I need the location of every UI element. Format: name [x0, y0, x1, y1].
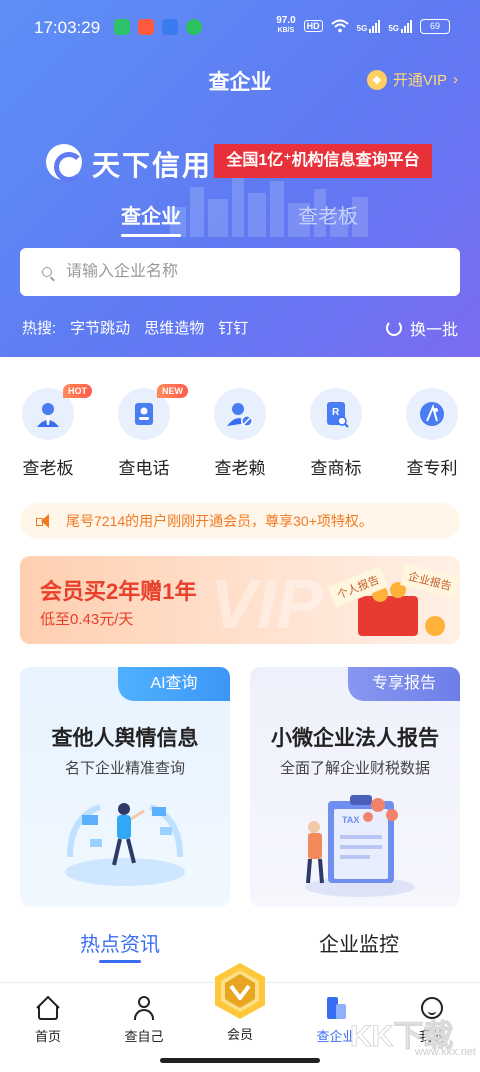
- person-icon: [131, 995, 157, 1021]
- tab-active-indicator: [121, 234, 181, 237]
- tabbar-item-home[interactable]: 首页: [13, 995, 83, 1045]
- chevron-right-icon: ›: [453, 71, 458, 88]
- promo-bg-text: VIP: [210, 565, 323, 643]
- signal-icon: 5G: [357, 19, 381, 33]
- refresh-icon: [385, 320, 402, 336]
- feature-label: 查老板: [22, 459, 74, 478]
- hot-search-item[interactable]: 字节跳动: [70, 317, 130, 338]
- hot-search-item[interactable]: 思维造物: [144, 317, 204, 338]
- home-indicator[interactable]: [160, 1058, 320, 1063]
- ai-query-illustration: [65, 803, 185, 886]
- hd-icon: HD: [303, 20, 323, 32]
- brand-logo-icon: [46, 144, 84, 182]
- promo-subtitle: 低至0.43元/天: [40, 611, 134, 628]
- defaulter-icon: [214, 388, 266, 440]
- member-badge-icon[interactable]: [213, 962, 267, 1020]
- hot-search-row: 热搜: 字节跳动 思维造物 钉钉: [22, 317, 248, 338]
- tab-hot-news[interactable]: 热点资讯: [80, 928, 160, 957]
- phone-book-icon: NEW: [118, 384, 188, 440]
- boss-icon: HOT: [22, 384, 92, 440]
- notice-text: 尾号7214的用户刚刚开通会员，尊享30+项特权。: [66, 513, 373, 529]
- feature-label: 查老赖: [214, 459, 266, 478]
- feature-defaulter[interactable]: 查老赖: [200, 388, 280, 479]
- refresh-button[interactable]: 换一批: [385, 316, 458, 340]
- building-icon: [323, 995, 349, 1021]
- open-vip-button[interactable]: ◆ 开通VIP ›: [366, 69, 458, 90]
- brand-name: 天下信用: [92, 150, 213, 181]
- vip-promo-banner[interactable]: VIP 会员买2年赠1年 低至0.43元/天 个人报告 企业报告: [20, 556, 460, 644]
- hot-search-label: 热搜:: [22, 320, 57, 337]
- tax-report-illustration: TAX: [305, 795, 415, 897]
- battery-icon: 69: [420, 18, 450, 34]
- ai-query-tag: AI查询: [118, 667, 230, 701]
- tab-company-monitor[interactable]: 企业监控: [319, 928, 399, 957]
- speed-value: 97.0: [276, 15, 296, 26]
- site-watermark-logo: KK下载: [350, 1020, 454, 1054]
- tax-label: TAX: [342, 815, 359, 825]
- net-type-label: 5G: [356, 24, 368, 33]
- status-time: 17:03:29: [34, 18, 101, 37]
- network-speed: 97.0 KB/S: [276, 16, 295, 36]
- tab-search-company[interactable]: 查企业: [121, 200, 181, 229]
- feature-label: 查电话: [118, 459, 170, 478]
- service-subtitle: 全面了解企业财税数据: [279, 760, 430, 777]
- net-type-label: 5G: [388, 24, 399, 33]
- speed-unit: KB/S: [277, 27, 295, 34]
- diamond-icon: ◆: [366, 69, 387, 90]
- feature-trademark[interactable]: R 查商标: [296, 388, 376, 479]
- refresh-label: 换一批: [409, 322, 458, 339]
- brand-slogan: 全国1亿⁺机构信息查询平台: [214, 144, 432, 178]
- coin-icon: [425, 616, 445, 636]
- app-notification-icon: [138, 19, 154, 35]
- feature-phone[interactable]: NEW 查电话: [104, 384, 188, 479]
- tabbar-item-self[interactable]: 查自己: [109, 995, 179, 1045]
- badge-hot: HOT: [63, 384, 92, 398]
- member-notice[interactable]: 尾号7214的用户刚刚开通会员，尊享30+项特权。: [20, 503, 460, 539]
- search-input[interactable]: [66, 263, 426, 281]
- feature-label: 查专利: [406, 459, 458, 478]
- promo-title: 会员买2年赠1年: [40, 579, 197, 604]
- app-notification-icon: [186, 19, 202, 35]
- badge-new: NEW: [157, 384, 188, 398]
- svg-text:R: R: [332, 407, 340, 418]
- service-title: 查他人舆情信息: [51, 727, 199, 750]
- service-card-report[interactable]: 专享报告 小微企业法人报告 全面了解企业财税数据 TAX: [250, 667, 460, 907]
- signal-icon: 5G: [388, 19, 412, 33]
- service-subtitle: 名下企业精准查询: [64, 760, 185, 777]
- gift-box-icon: [358, 596, 418, 636]
- tabbar-label[interactable]: 会员: [212, 1024, 268, 1043]
- open-vip-label: 开通VIP: [392, 72, 447, 89]
- tab-active-indicator: [99, 960, 141, 963]
- feature-label: 查商标: [310, 459, 362, 478]
- tabbar-label: 首页: [34, 1029, 61, 1044]
- speaker-icon: [36, 514, 52, 528]
- app-notification-icon: [114, 19, 130, 35]
- search-icon: [42, 267, 52, 277]
- status-right: 97.0 KB/S HD 5G 5G 69: [276, 16, 450, 36]
- service-card-sentiment[interactable]: AI查询 查他人舆情信息 名下企业精准查询: [20, 667, 230, 907]
- patent-icon: [406, 388, 458, 440]
- notification-icons: [114, 19, 202, 35]
- tabbar-label: 查自己: [124, 1029, 164, 1044]
- hot-search-item[interactable]: 钉钉: [218, 317, 248, 338]
- status-bar: 17:03:29 97.0 KB/S HD 5G 5G 69: [0, 0, 480, 56]
- search-bar[interactable]: [20, 248, 460, 296]
- home-icon: [35, 995, 61, 1021]
- tab-search-boss[interactable]: 查老板: [298, 200, 358, 229]
- app-notification-icon: [162, 19, 178, 35]
- feature-boss[interactable]: HOT 查老板: [8, 384, 92, 479]
- company-report-tag: 企业报告: [400, 563, 460, 599]
- wifi-icon: [330, 19, 349, 33]
- exclusive-report-tag: 专享报告: [348, 667, 460, 701]
- feature-patent[interactable]: 查专利: [392, 388, 472, 479]
- trademark-icon: R: [310, 388, 362, 440]
- watermark-url: www.kkx.net: [414, 1046, 476, 1058]
- service-title: 小微企业法人报告: [271, 727, 439, 750]
